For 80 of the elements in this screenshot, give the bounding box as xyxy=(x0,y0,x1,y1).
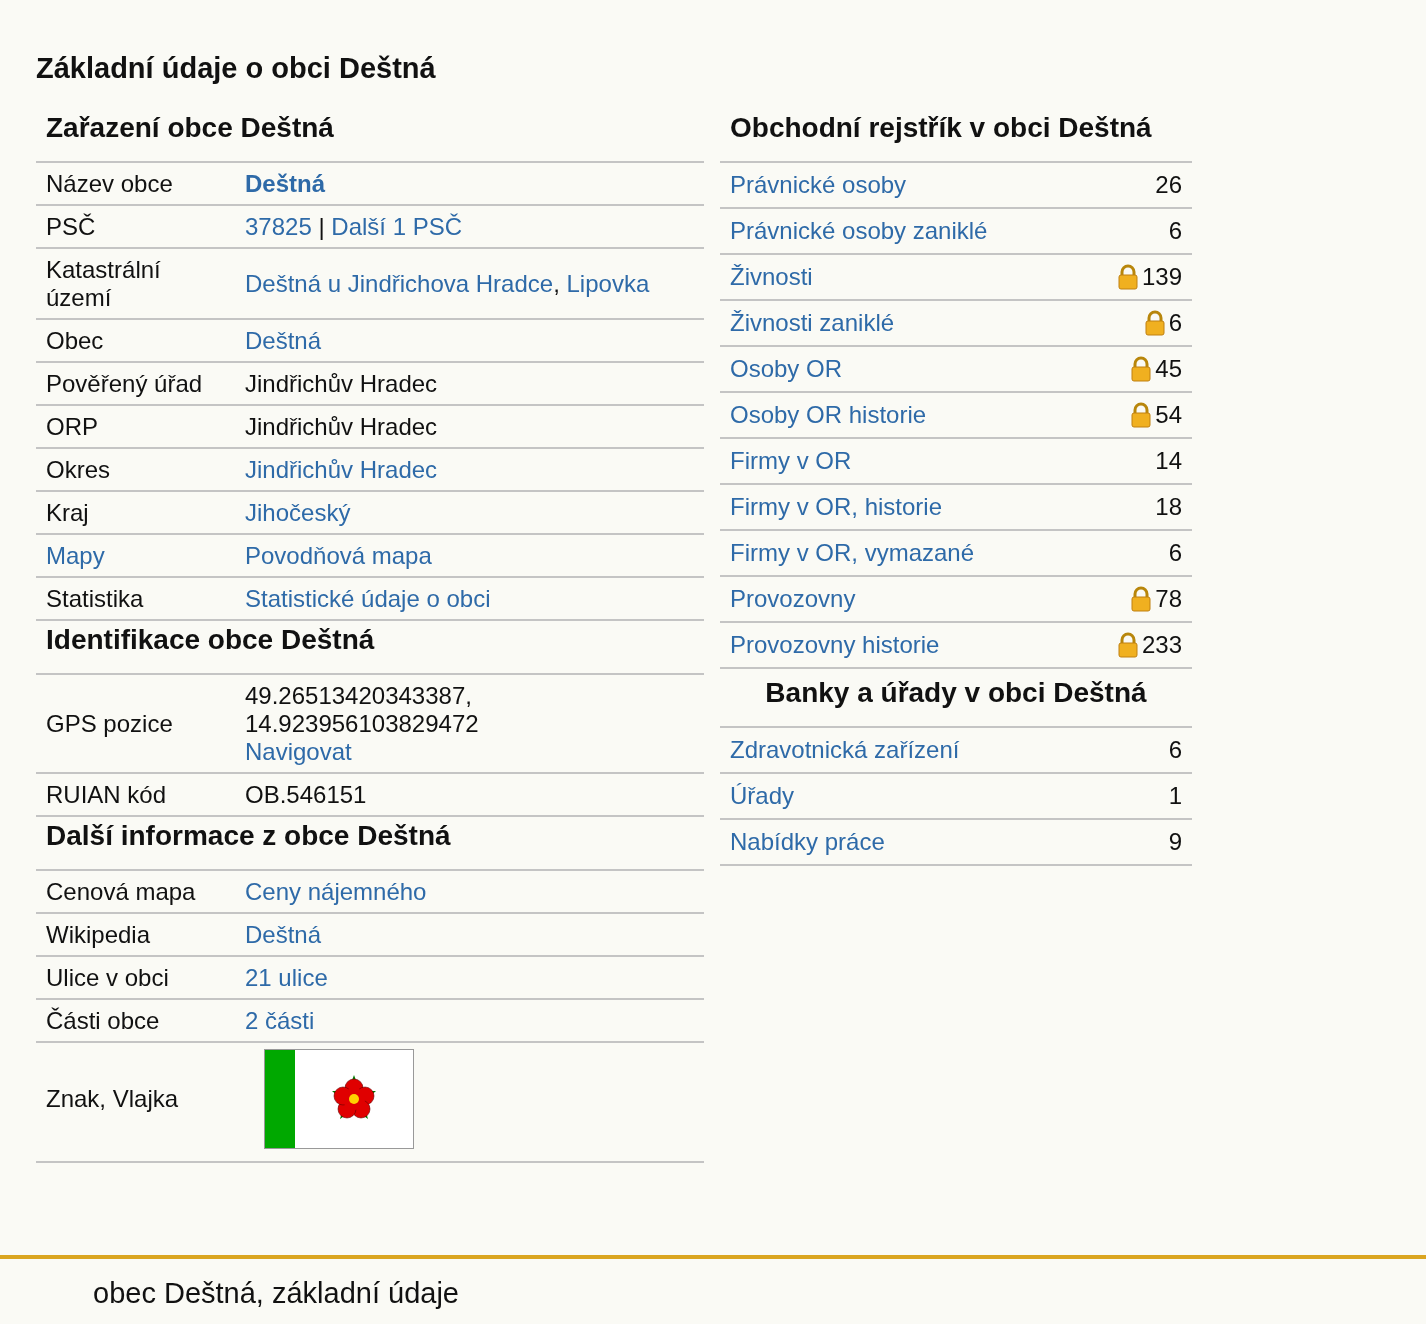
count-text: 78 xyxy=(1155,584,1182,614)
count-text: 1 xyxy=(1168,781,1182,811)
link[interactable]: Deštná xyxy=(245,921,322,948)
link[interactable]: Navigovat xyxy=(245,738,352,765)
row-label: Okres xyxy=(46,456,110,483)
link[interactable]: Právnické osoby xyxy=(730,170,907,200)
count-text: 6 xyxy=(1168,308,1182,338)
link[interactable]: 37825 xyxy=(245,213,312,240)
footer-text: obec Deštná, základní údaje xyxy=(93,1277,459,1309)
row-label: PSČ xyxy=(46,213,96,240)
row-label: Statistika xyxy=(46,585,144,612)
row-label: Ulice v obci xyxy=(46,964,169,991)
cell-value: Jindřichův Hradec xyxy=(245,370,438,397)
link[interactable]: Nabídky práce xyxy=(730,827,885,857)
row-label: Katastrální území xyxy=(46,256,161,311)
row-label: Wikipedia xyxy=(46,921,151,948)
link[interactable]: Osoby OR xyxy=(730,354,843,384)
link[interactable]: Provozovny historie xyxy=(730,630,940,660)
link[interactable]: Právnické osoby zaniklé xyxy=(730,216,988,246)
link[interactable]: 21 ulice xyxy=(245,964,328,991)
count-text: 6 xyxy=(1168,538,1182,568)
link[interactable]: 2 části xyxy=(245,1007,315,1034)
link[interactable]: Lipovka xyxy=(566,270,650,297)
link[interactable]: Deštná xyxy=(245,327,322,354)
padlock-icon xyxy=(1117,632,1138,658)
page-title: Základní údaje o obci Deštná xyxy=(36,52,437,85)
row-label: ORP xyxy=(46,413,98,440)
row-label: Kraj xyxy=(46,499,89,526)
link[interactable]: Osoby OR historie xyxy=(730,400,927,430)
row-label: Název obce xyxy=(46,170,173,197)
cell-value: OB.546151 xyxy=(245,781,367,808)
section-heading: Identifikace obce Deštná xyxy=(36,621,704,675)
link[interactable]: Deštná xyxy=(245,170,326,197)
link[interactable]: Statistické údaje o obci xyxy=(245,585,491,612)
link[interactable]: Živnosti xyxy=(730,262,813,292)
link[interactable]: Živnosti zaniklé xyxy=(730,308,895,338)
link[interactable]: Jindřichův Hradec xyxy=(245,456,438,483)
cell-value: 14.923956103829472 xyxy=(245,710,479,737)
cell-value: , xyxy=(553,270,561,297)
link[interactable]: Provozovny xyxy=(730,584,856,614)
count-text: 6 xyxy=(1168,216,1182,246)
link[interactable]: Firmy v OR xyxy=(730,446,852,476)
section-heading: Zařazení obce Deštná xyxy=(36,109,704,163)
link[interactable]: Další 1 PSČ xyxy=(331,213,463,240)
cell-value: | xyxy=(317,213,326,240)
padlock-icon xyxy=(1117,264,1138,290)
row-label: Znak, Vlajka xyxy=(46,1085,179,1112)
section-heading: Další informace z obce Deštná xyxy=(36,817,704,871)
link[interactable]: Ceny nájemného xyxy=(245,878,427,905)
link[interactable]: Jihočeský xyxy=(245,499,351,526)
row-label: RUIAN kód xyxy=(46,781,167,808)
count-text: 18 xyxy=(1155,492,1182,522)
link[interactable]: Zdravotnická zařízení xyxy=(730,735,960,765)
count-text: 139 xyxy=(1141,262,1182,292)
count-text: 6 xyxy=(1168,735,1182,765)
link[interactable]: Firmy v OR, historie xyxy=(730,492,942,522)
padlock-icon xyxy=(1131,356,1152,382)
cell-value: Jindřichův Hradec xyxy=(245,413,438,440)
padlock-icon xyxy=(1144,310,1165,336)
section-heading: Obchodní rejstřík v obci Deštná xyxy=(720,109,1192,163)
link[interactable]: Úřady xyxy=(730,781,795,811)
row-label: GPS pozice xyxy=(46,710,173,737)
row-label: Pověřený úřad xyxy=(46,370,203,397)
padlock-icon xyxy=(1131,402,1152,428)
padlock-icon xyxy=(1131,586,1152,612)
row-label: Části obce xyxy=(46,1007,160,1034)
count-text: 26 xyxy=(1155,170,1182,200)
link[interactable]: Povodňová mapa xyxy=(245,542,432,569)
row-label: Obec xyxy=(46,327,104,354)
count-text: 54 xyxy=(1155,400,1182,430)
row-label-link[interactable]: Mapy xyxy=(46,542,105,569)
count-text: 9 xyxy=(1168,827,1182,857)
count-text: 45 xyxy=(1155,354,1182,384)
link[interactable]: Deštná u Jindřichova Hradce xyxy=(245,270,554,297)
count-text: 14 xyxy=(1155,446,1182,476)
row-label: Cenová mapa xyxy=(46,878,196,905)
link[interactable]: Firmy v OR, vymazané xyxy=(730,538,975,568)
count-text: 233 xyxy=(1141,630,1182,660)
cell-value: 49.26513420343387, xyxy=(245,682,472,709)
section-heading: Banky a úřady v obci Deštná xyxy=(720,669,1192,728)
